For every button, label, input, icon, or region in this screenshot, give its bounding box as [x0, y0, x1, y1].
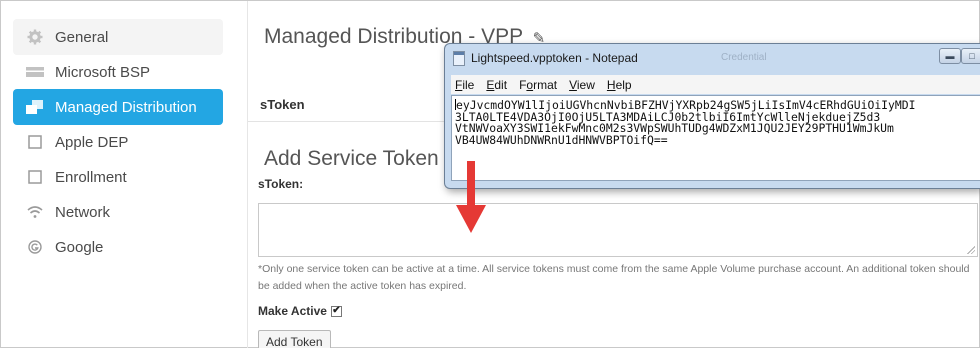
sidebar-item-label: Microsoft BSP [55, 63, 151, 81]
settings-sidebar: General Microsoft BSP Managed Distributi… [13, 19, 223, 264]
sidebar-item-label: Apple DEP [55, 133, 129, 151]
notepad-app-icon [453, 51, 465, 66]
sidebar-item-general[interactable]: General [13, 19, 223, 55]
token-line: VB4UW84WUhDNWRnU1dHNWVBPTOifQ== [455, 132, 668, 147]
sidebar-item-enrollment[interactable]: Enrollment [13, 159, 223, 195]
square-icon [25, 134, 45, 150]
make-active-row: Make Active ✔ [258, 304, 342, 318]
stoken-textarea[interactable] [258, 203, 978, 257]
minimize-icon[interactable]: ▬ [939, 48, 961, 64]
square-icon [25, 169, 45, 185]
menu-view-label: iew [576, 77, 595, 92]
down-arrow-icon [456, 161, 486, 233]
menu-file[interactable]: File [455, 78, 474, 92]
make-active-checkbox[interactable]: ✔ [330, 305, 342, 317]
background-window-title: Credential [721, 52, 767, 63]
sidebar-item-label: General [55, 28, 109, 46]
sidebar-item-label: Managed Distribution [55, 98, 197, 116]
stoken-row-label: sToken [260, 97, 305, 112]
help-text: *Only one service token can be active at… [258, 263, 970, 292]
sidebar-item-microsoft-bsp[interactable]: Microsoft BSP [13, 54, 223, 90]
sidebar-item-managed-distribution[interactable]: Managed Distribution [13, 89, 223, 125]
menu-format-label-rest: rmat [533, 77, 558, 92]
gear-icon [25, 29, 45, 45]
add-token-button[interactable]: Add Token [258, 330, 331, 348]
app-store-icon [25, 99, 45, 115]
menu-help-label: elp [615, 77, 632, 92]
maximize-icon[interactable]: □ [961, 48, 980, 64]
menu-file-label: ile [462, 77, 475, 92]
sidebar-item-label: Network [55, 203, 111, 221]
menu-view[interactable]: View [569, 78, 595, 92]
stoken-field-label: sToken: [258, 177, 304, 191]
sidebar-item-google[interactable]: Google [13, 229, 223, 265]
windows-icon [25, 64, 45, 80]
sidebar-item-label: Enrollment [55, 168, 127, 186]
sidebar-item-apple-dep[interactable]: Apple DEP [13, 124, 223, 160]
make-active-label: Make Active [258, 304, 327, 318]
menu-edit-label: dit [494, 77, 508, 92]
notepad-window[interactable]: Lightspeed.vpptoken - Notepad Credential… [444, 43, 980, 189]
menu-help[interactable]: Help [607, 78, 632, 92]
sidebar-item-network[interactable]: Network [13, 194, 223, 230]
menu-format[interactable]: Format [519, 78, 557, 92]
notepad-text-area[interactable]: eyJvcmdOYW1lIjoiUGVhcnNvbiBFZHVjYXRpb24g… [451, 95, 980, 181]
sidebar-item-label: Google [55, 238, 104, 256]
wifi-icon [25, 204, 45, 220]
notepad-menubar: File Edit Format View Help [451, 75, 980, 94]
section-title: Add Service Token [264, 147, 439, 170]
notepad-titlebar[interactable]: Lightspeed.vpptoken - Notepad Credential… [445, 44, 980, 72]
google-icon [25, 239, 45, 255]
notepad-title: Lightspeed.vpptoken - Notepad [471, 51, 638, 65]
menu-edit[interactable]: Edit [486, 78, 507, 92]
resize-handle-icon[interactable] [967, 246, 975, 254]
